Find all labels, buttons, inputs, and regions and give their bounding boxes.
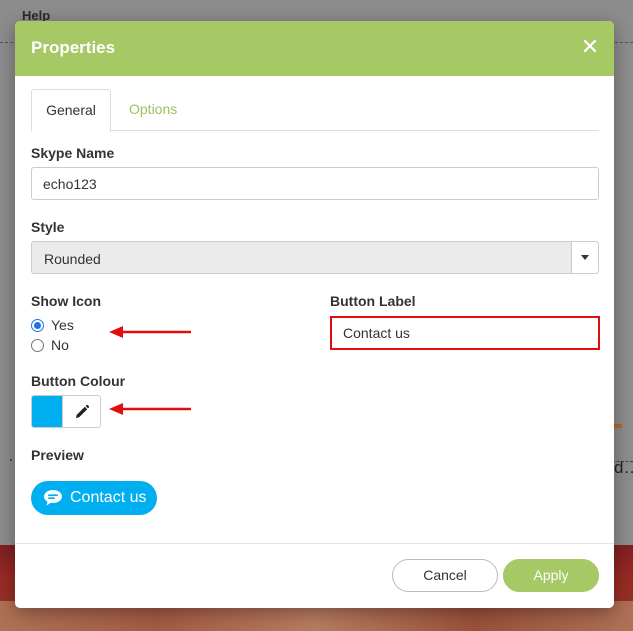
dialog-title: Properties	[31, 38, 116, 57]
footer-divider	[15, 543, 614, 544]
radio-yes[interactable]	[31, 318, 44, 332]
annotation-arrow-icon	[109, 403, 191, 415]
background-ellipsis-right: d…	[614, 458, 633, 477]
style-select-value: Rounded	[44, 251, 101, 267]
colour-edit-button[interactable]	[62, 396, 100, 427]
preview-button-text: Contact us	[70, 489, 147, 506]
properties-dialog: Properties ✕ General Options Skype Name …	[15, 21, 614, 608]
chevron-down-icon[interactable]	[571, 242, 598, 273]
style-label: Style	[31, 219, 65, 235]
cancel-button[interactable]: Cancel	[392, 559, 498, 592]
annotation-arrow-icon	[109, 326, 191, 338]
show-icon-yes-option[interactable]: Yes	[31, 317, 74, 333]
colour-swatch[interactable]	[32, 396, 62, 427]
button-label-input[interactable]	[332, 318, 598, 348]
colour-picker[interactable]	[31, 395, 101, 428]
preview-contact-button: Contact us	[31, 481, 157, 515]
close-icon[interactable]: ✕	[580, 36, 600, 58]
style-select[interactable]: Rounded	[31, 241, 599, 274]
radio-no-label: No	[51, 337, 69, 353]
chat-bubble-icon	[44, 490, 62, 506]
radio-yes-label: Yes	[51, 317, 74, 333]
tab-bar: General Options	[31, 89, 599, 132]
preview-label: Preview	[31, 447, 84, 463]
apply-button[interactable]: Apply	[503, 559, 599, 592]
radio-no[interactable]	[31, 338, 44, 352]
background-accent	[614, 424, 622, 428]
dialog-header: Properties ✕	[15, 21, 614, 76]
tab-options[interactable]: Options	[115, 89, 191, 131]
show-icon-no-option[interactable]: No	[31, 337, 69, 353]
skype-name-input[interactable]	[31, 167, 599, 200]
button-colour-label: Button Colour	[31, 373, 126, 389]
pencil-icon	[76, 405, 89, 418]
show-icon-label: Show Icon	[31, 293, 101, 309]
tab-general[interactable]: General	[31, 89, 111, 132]
skype-name-label: Skype Name	[31, 145, 115, 161]
button-label-label: Button Label	[330, 293, 416, 309]
